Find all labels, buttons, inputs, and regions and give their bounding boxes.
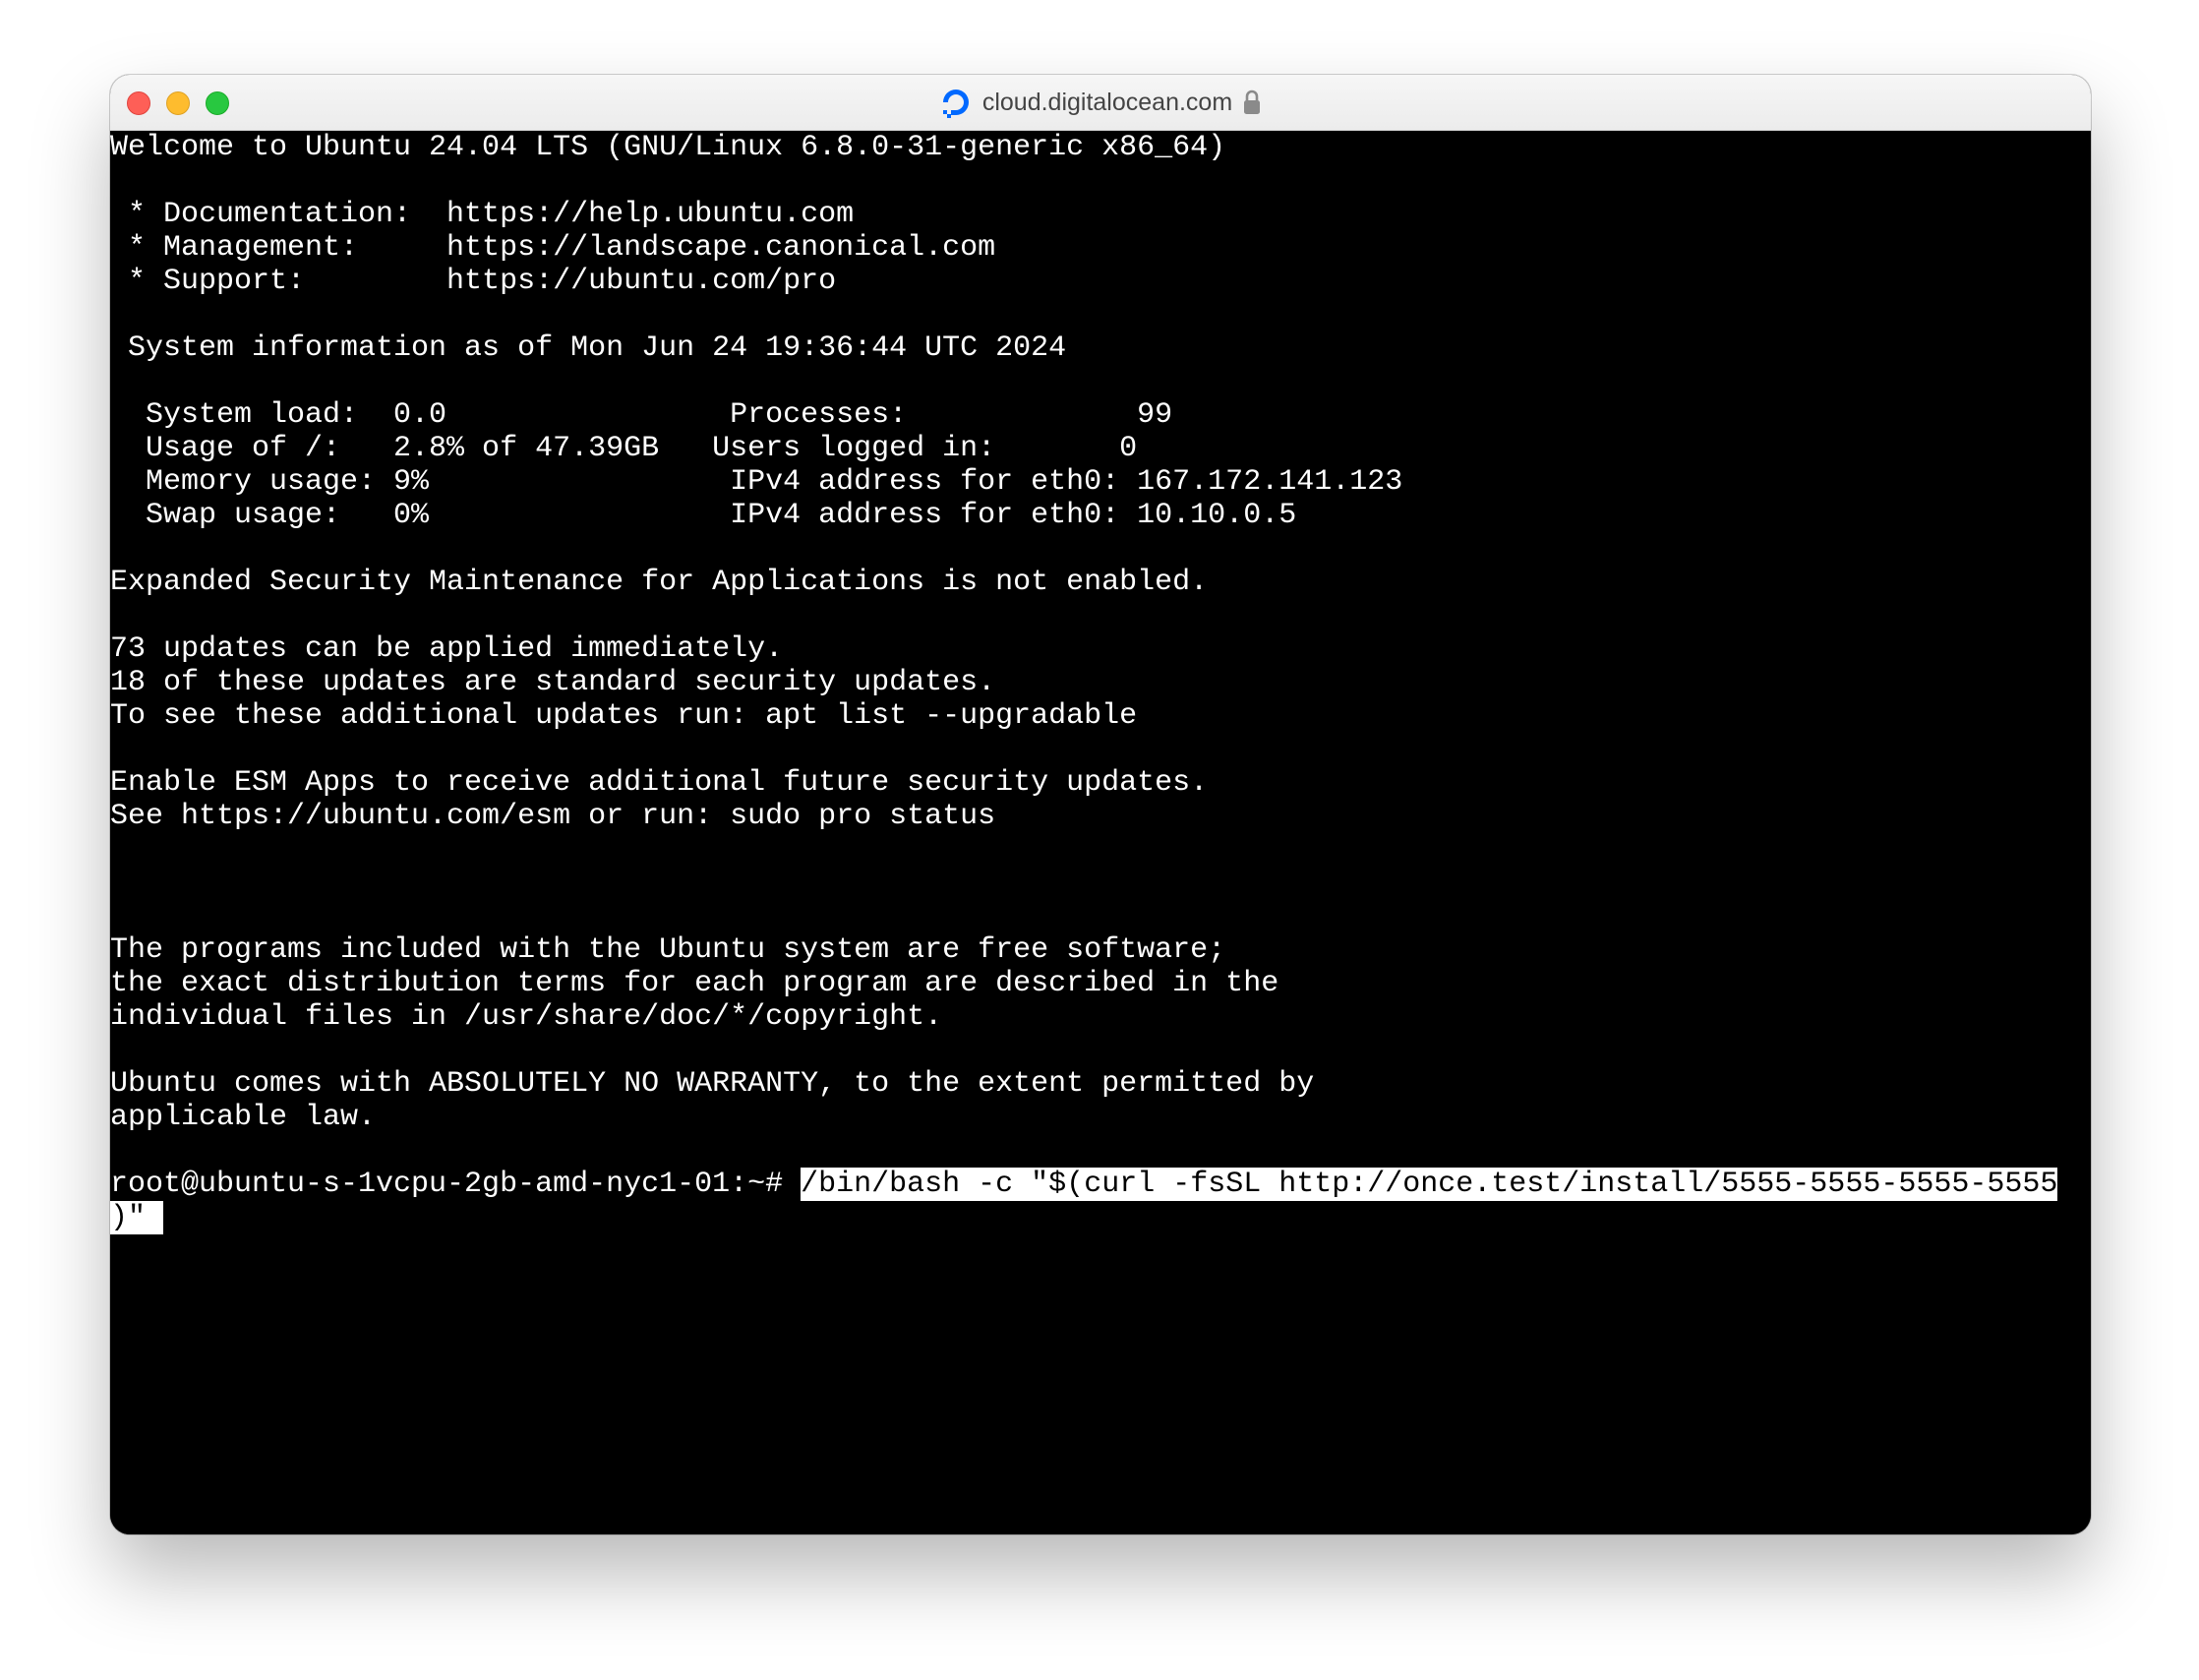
terminal-line: To see these additional updates run: apt… — [110, 699, 1138, 733]
terminal-line: Enable ESM Apps to receive additional fu… — [110, 766, 1209, 800]
selected-command-text-end[interactable]: )" — [110, 1201, 164, 1234]
browser-window: cloud.digitalocean.com Welcome to Ubuntu… — [110, 75, 2091, 1534]
terminal-line: Expanded Security Maintenance for Applic… — [110, 566, 1209, 599]
lock-icon — [1244, 90, 1261, 114]
address-bar[interactable]: cloud.digitalocean.com — [939, 86, 1262, 119]
selected-command-text[interactable]: /bin/bash -c "$(curl -fsSL http://once.t… — [801, 1168, 2058, 1201]
terminal-line: The programs included with the Ubuntu sy… — [110, 933, 1226, 967]
terminal-line: Usage of /: 2.8% of 47.39GB Users logged… — [110, 432, 1138, 465]
terminal-line: Welcome to Ubuntu 24.04 LTS (GNU/Linux 6… — [110, 131, 1226, 164]
close-window-button[interactable] — [127, 91, 150, 115]
prompt-line: root@ubuntu-s-1vcpu-2gb-amd-nyc1-01:~# /… — [110, 1168, 2091, 1201]
terminal-line: * Support: https://ubuntu.com/pro — [110, 265, 837, 298]
terminal-output: Welcome to Ubuntu 24.04 LTS (GNU/Linux 6… — [110, 131, 2091, 1168]
digitalocean-logo-icon — [942, 90, 969, 118]
terminal-line: * Documentation: https://help.ubuntu.com — [110, 198, 855, 231]
terminal-line: See https://ubuntu.com/esm or run: sudo … — [110, 800, 996, 833]
terminal-console[interactable]: Welcome to Ubuntu 24.04 LTS (GNU/Linux 6… — [110, 131, 2091, 1534]
minimize-window-button[interactable] — [166, 91, 190, 115]
terminal-line: * Management: https://landscape.canonica… — [110, 231, 996, 265]
terminal-line: System information as of Mon Jun 24 19:3… — [110, 331, 1067, 365]
terminal-line: Ubuntu comes with ABSOLUTELY NO WARRANTY… — [110, 1067, 1315, 1101]
terminal-line: applicable law. — [110, 1101, 377, 1134]
shell-prompt: root@ubuntu-s-1vcpu-2gb-amd-nyc1-01:~# — [110, 1168, 784, 1201]
terminal-line: individual files in /usr/share/doc/*/cop… — [110, 1000, 943, 1034]
terminal-line: Memory usage: 9% IPv4 address for eth0: … — [110, 465, 1403, 499]
page-url: cloud.digitalocean.com — [981, 88, 1233, 116]
terminal-line: System load: 0.0 Processes: 99 — [110, 398, 1173, 432]
terminal-line: 18 of these updates are standard securit… — [110, 666, 996, 699]
terminal-line: the exact distribution terms for each pr… — [110, 967, 1279, 1000]
terminal-line: 73 updates can be applied immediately. — [110, 632, 784, 666]
command-continuation-line: )" — [110, 1201, 2091, 1234]
maximize-window-button[interactable] — [206, 91, 229, 115]
window-controls — [127, 91, 229, 115]
title-bar: cloud.digitalocean.com — [110, 75, 2091, 131]
terminal-line: Swap usage: 0% IPv4 address for eth0: 10… — [110, 499, 1297, 532]
